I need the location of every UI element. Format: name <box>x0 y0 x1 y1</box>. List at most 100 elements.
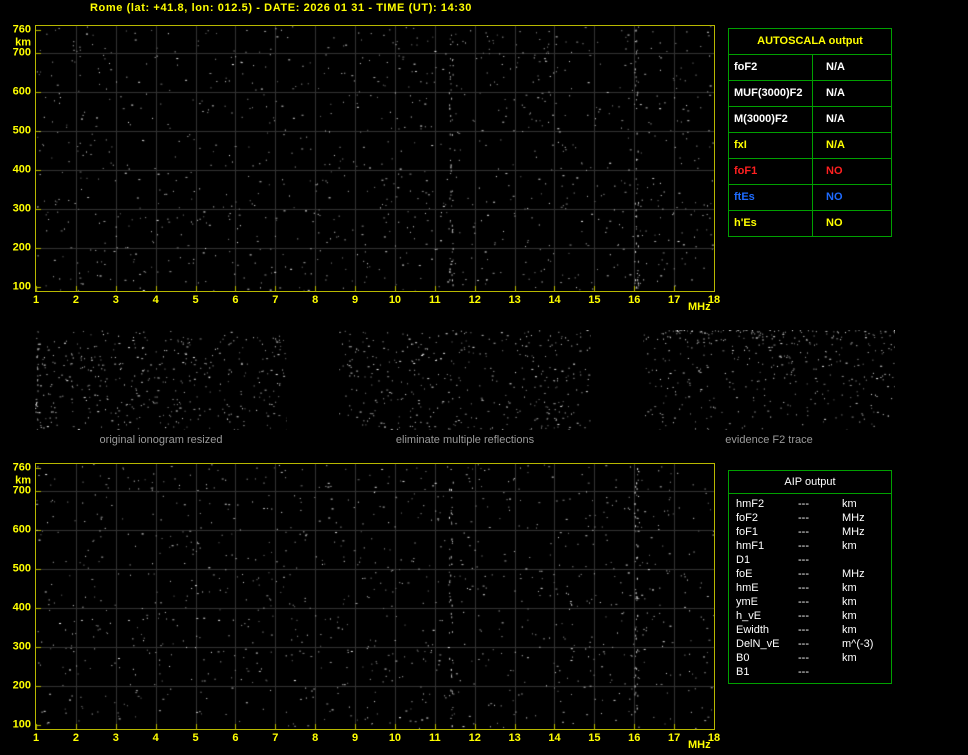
autoscala-row-M(3000)F2: M(3000)F2 N/A <box>729 107 891 133</box>
x-tick-label: 10 <box>388 732 402 744</box>
x-tick-label: 9 <box>351 294 359 306</box>
aip-param-label: hmF2 <box>736 498 765 510</box>
aip-param-value: --- <box>798 526 809 538</box>
aip-param-value: --- <box>798 624 809 636</box>
aip-param-label: hmE <box>736 582 759 594</box>
aip-param-label: ymE <box>736 596 758 608</box>
y-tick-label: 500 <box>12 124 31 137</box>
y-axis-unit-label: km <box>15 474 31 487</box>
aip-row-foF2: foF2 --- MHz <box>729 511 891 525</box>
aip-param-unit: MHz <box>842 526 865 538</box>
autoscala-screen: Rome (lat: +41.8, lon: 012.5) - DATE: 20… <box>0 0 968 755</box>
x-tick-label: 1 <box>32 294 40 306</box>
x-tick-label: 14 <box>548 732 561 744</box>
x-tick-label: 17 <box>667 294 681 306</box>
aip-param-label: Ewidth <box>736 624 770 636</box>
x-tick-label: 9 <box>351 732 359 744</box>
x-axis-unit-label: MHz <box>688 301 711 313</box>
autoscala-param-value: NO <box>826 165 843 177</box>
aip-param-unit: MHz <box>842 568 865 580</box>
autoscala-row-h'Es: h'Es NO <box>729 211 891 236</box>
aip-param-unit: km <box>842 540 857 552</box>
aip-param-label: foE <box>736 568 753 580</box>
x-tick-label: 5 <box>192 732 199 744</box>
aip-param-value: --- <box>798 498 809 510</box>
aip-table-header: AIP output <box>729 471 891 494</box>
autoscala-param-value: NO <box>826 191 843 203</box>
aip-param-value: --- <box>798 666 809 678</box>
y-tick-label: 300 <box>12 202 31 215</box>
aip-row-D1: D1 --- <box>729 553 891 567</box>
aip-row-DelN_vE: DelN_vE --- m^(-3) <box>729 637 891 651</box>
x-tick-label: 4 <box>152 294 159 306</box>
x-tick-label: 14 <box>548 294 561 306</box>
aip-param-value: --- <box>798 596 809 608</box>
y-tick-label: 200 <box>12 241 31 254</box>
x-tick-label: 17 <box>667 732 681 744</box>
aip-param-unit: km <box>842 624 857 636</box>
x-tick-label: 8 <box>312 294 319 306</box>
autoscala-param-label: MUF(3000)F2 <box>729 81 813 106</box>
aip-param-unit <box>842 553 891 567</box>
autoscala-table-rows: foF2 N/A MUF(3000)F2 N/A M(3000)F2 N/A fxI N/A f… <box>729 55 891 236</box>
aip-row-B1: B1 --- <box>729 665 891 679</box>
aip-row-hmE: hmE --- km <box>729 581 891 595</box>
x-tick-label: 12 <box>468 732 481 744</box>
x-tick-label: 15 <box>588 294 601 306</box>
x-tick-label: 5 <box>192 294 199 306</box>
x-tick-label: 1 <box>32 732 40 744</box>
autoscala-output-table: AUTOSCALA output foF2 N/A MUF(3000)F2 N/A M(… <box>728 28 892 237</box>
x-tick-label: 8 <box>312 732 319 744</box>
aip-param-label: B1 <box>736 666 750 678</box>
y-tick-label: 300 <box>12 640 31 653</box>
x-tick-label: 16 <box>628 732 641 744</box>
aip-param-label: foF2 <box>736 512 759 524</box>
aip-param-value: --- <box>798 582 809 594</box>
thumbnail-caption-evidence: evidence F2 trace <box>725 434 813 446</box>
ionogram-bottom-panel: 760 700 600 500 400 300 200 100 km 1 2 3 4 5 6 7 8 9 10 11 1… <box>13 462 720 751</box>
aip-row-foF1: foF1 --- MHz <box>729 525 891 539</box>
aip-param-value: --- <box>798 638 809 650</box>
aip-param-unit: MHz <box>842 512 865 524</box>
x-tick-label: 13 <box>508 732 521 744</box>
y-tick-label: 760 <box>12 23 31 36</box>
ionogram-bottom-canvas <box>36 464 714 729</box>
aip-param-label: h_vE <box>736 610 762 622</box>
aip-param-unit: km <box>842 582 857 594</box>
y-tick-label: 500 <box>12 562 31 575</box>
aip-param-value: --- <box>798 610 809 622</box>
station-date-time-title: Rome (lat: +41.8, lon: 012.5) - DATE: 20… <box>90 2 473 14</box>
autoscala-param-label: fxI <box>729 133 813 158</box>
aip-row-foE: foE --- MHz <box>729 567 891 581</box>
autoscala-param-value: NO <box>826 217 843 229</box>
x-tick-label: 4 <box>152 732 159 744</box>
autoscala-row-fxI: fxI N/A <box>729 133 891 159</box>
thumbnail-caption-original: original ionogram resized <box>99 434 223 446</box>
x-tick-label: 13 <box>508 294 521 306</box>
autoscala-table-header: AUTOSCALA output <box>729 29 891 55</box>
x-tick-label: 7 <box>272 732 279 744</box>
x-tick-label: 7 <box>272 294 279 306</box>
aip-param-value: --- <box>798 554 809 566</box>
x-tick-label: 3 <box>112 732 119 744</box>
thumbnail-evidence-canvas <box>643 330 895 430</box>
autoscala-param-value: N/A <box>826 61 845 73</box>
y-tick-label: 700 <box>12 46 31 59</box>
aip-param-unit: km <box>842 596 857 608</box>
autoscala-param-label: M(3000)F2 <box>729 107 813 132</box>
y-tick-label: 100 <box>12 718 31 731</box>
autoscala-param-value: N/A <box>826 139 845 151</box>
aip-row-Ewidth: Ewidth --- km <box>729 623 891 637</box>
thumbnail-original-canvas <box>35 330 287 430</box>
x-tick-label: 6 <box>232 294 239 306</box>
aip-output-table: AIP output hmF2 --- km foF2 --- MHz foF1 --- MHz… <box>728 470 892 684</box>
aip-param-label: foF1 <box>736 526 759 538</box>
aip-param-label: DelN_vE <box>736 638 780 650</box>
y-axis-unit-label: km <box>15 36 31 49</box>
x-tick-label: 10 <box>388 294 402 306</box>
x-tick-label: 6 <box>232 732 239 744</box>
x-tick-label: 11 <box>428 294 441 306</box>
aip-param-unit <box>842 665 891 679</box>
y-tick-label: 760 <box>12 461 31 474</box>
autoscala-param-label: foF2 <box>729 55 813 80</box>
